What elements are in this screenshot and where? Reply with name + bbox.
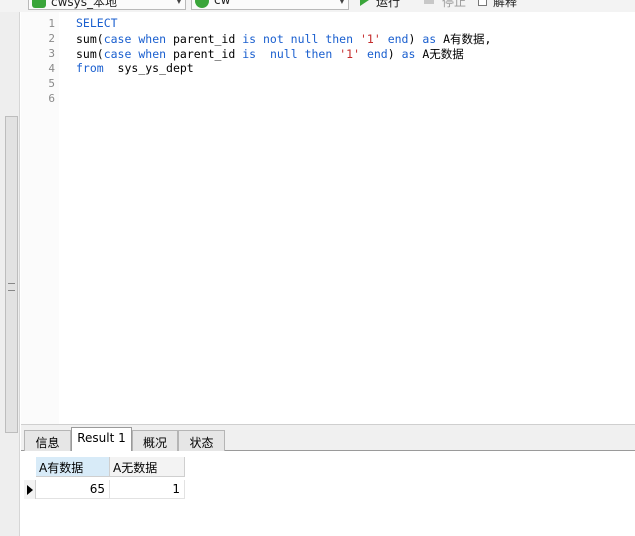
column-header[interactable]: A有数据 [36, 457, 110, 477]
code-text: parent_id [166, 32, 243, 46]
keyword: when [138, 47, 167, 61]
code-text: sys_ys_dept [103, 61, 194, 75]
code-text: A无数据 [415, 47, 464, 61]
table-cell[interactable]: 1 [110, 480, 185, 499]
keyword: end [387, 32, 409, 46]
chevron-down-icon: ▼ [175, 0, 182, 5]
code-text: sum( [76, 47, 104, 61]
keyword: as [401, 47, 416, 61]
line-number: 6 [48, 92, 55, 105]
database-select[interactable]: cw ▼ [191, 0, 349, 10]
code-line-1: SELECT [76, 16, 118, 30]
database-value: cw [214, 0, 231, 7]
tab-profile[interactable]: 概况 [132, 430, 178, 451]
result-tab-bar: 信息 Result 1 概况 状态 [21, 424, 635, 452]
table-cell[interactable]: 65 [36, 480, 110, 499]
keyword: then [325, 32, 354, 46]
chevron-down-icon: ▼ [338, 0, 345, 5]
line-number: 4 [48, 62, 55, 75]
line-number: 5 [48, 77, 55, 90]
explain-button[interactable]: 解释 [493, 0, 517, 10]
code-text: sum( [76, 32, 104, 46]
keyword: is not null [242, 32, 319, 46]
string-literal: '1' [339, 47, 360, 61]
explain-icon [478, 0, 487, 6]
code-line-4: from sys_ys_dept [76, 61, 194, 75]
code-line-2: sum(case when parent_id is not null then… [76, 31, 491, 47]
keyword: as [422, 32, 437, 46]
connection-value: cwsys_本地 [51, 0, 118, 9]
code-text: parent_id [166, 47, 243, 61]
keyword: case [103, 32, 132, 46]
keyword: end [366, 47, 388, 61]
current-row-icon [27, 485, 33, 495]
keyword: from [76, 61, 104, 75]
vertical-scrollbar[interactable] [5, 116, 18, 433]
code-text: ) [408, 32, 423, 46]
stop-icon [424, 0, 434, 4]
keyword: when [138, 32, 167, 46]
connection-icon [32, 0, 46, 8]
keyword: case [103, 47, 132, 61]
run-button[interactable]: 运行 [376, 0, 400, 10]
code-text: ) [387, 47, 402, 61]
code-line-3: sum(case when parent_id is null then '1'… [76, 46, 464, 62]
connection-select[interactable]: cwsys_本地 ▼ [28, 0, 186, 10]
line-number: 2 [48, 32, 55, 45]
line-number: 3 [48, 47, 55, 60]
column-header[interactable]: A无数据 [110, 457, 185, 477]
database-icon [195, 0, 209, 8]
row-selector[interactable] [24, 480, 36, 499]
left-panel-strip [0, 12, 20, 536]
result-grid[interactable]: A有数据 A无数据 65 1 [21, 451, 635, 536]
tab-status[interactable]: 状态 [178, 430, 225, 451]
code-text: A有数据, [436, 32, 492, 46]
tab-info[interactable]: 信息 [24, 430, 71, 451]
stop-button[interactable]: 停止 [442, 0, 466, 10]
keyword: is [242, 47, 257, 61]
sql-editor[interactable]: SELECT sum(case when parent_id is not nu… [59, 12, 635, 424]
run-dropdown-icon[interactable]: ▾ [406, 0, 411, 3]
string-literal: '1' [359, 32, 381, 46]
run-icon[interactable] [360, 0, 369, 6]
keyword: null [269, 47, 298, 61]
keyword: SELECT [76, 16, 118, 30]
line-number: 1 [48, 17, 55, 30]
scrollbar-grip-icon [8, 283, 15, 291]
toolbar: cwsys_本地 ▼ cw ▼ 运行 ▾ 停止 解释 [0, 0, 635, 12]
tab-result-1[interactable]: Result 1 [71, 427, 132, 452]
keyword: then [304, 47, 333, 61]
line-number-gutter: 1 2 3 4 5 6 [21, 12, 59, 424]
